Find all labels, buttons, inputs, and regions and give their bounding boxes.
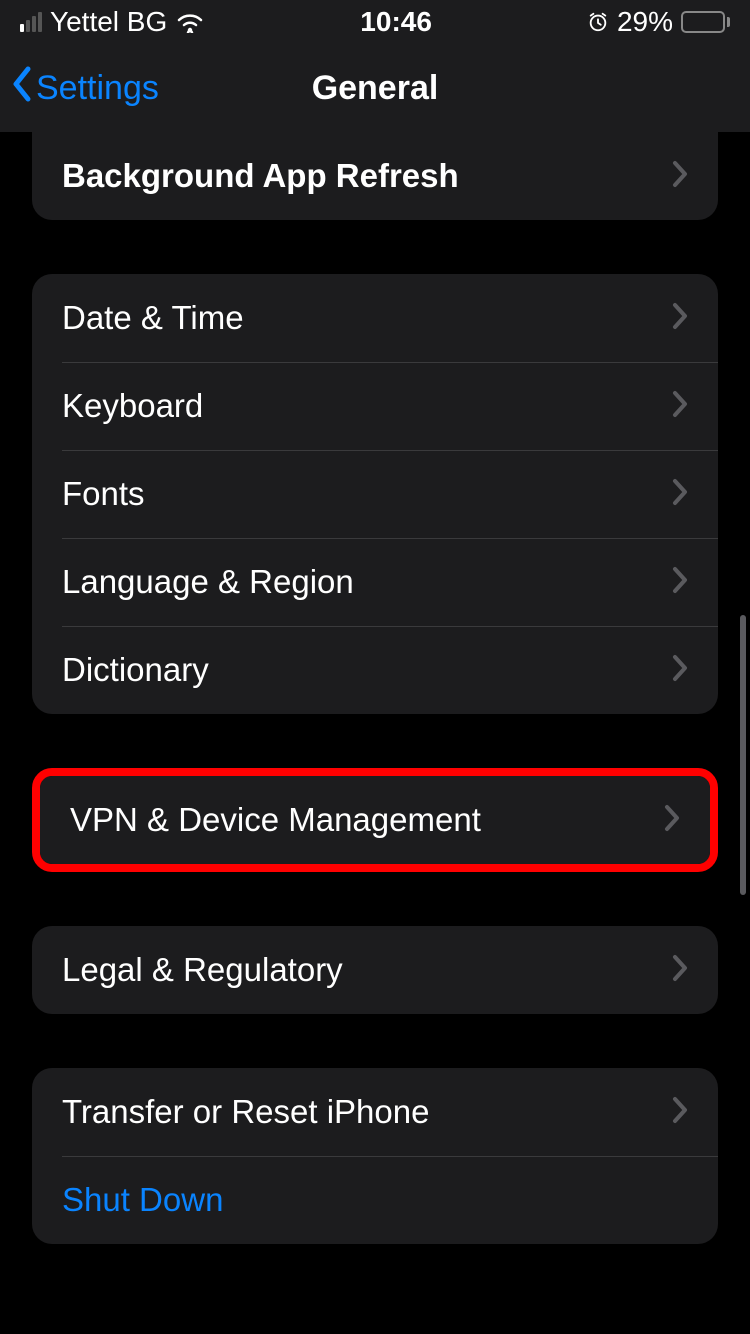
status-bar: Yettel BG 10:46 29% xyxy=(0,0,750,44)
row-vpn-device-management[interactable]: VPN & Device Management xyxy=(40,776,710,864)
wifi-icon xyxy=(175,11,205,33)
row-label: Shut Down xyxy=(62,1181,223,1219)
row-label: Background App Refresh xyxy=(62,157,459,195)
chevron-right-icon xyxy=(672,390,688,423)
scroll-indicator[interactable] xyxy=(740,615,746,895)
row-label: VPN & Device Management xyxy=(70,801,481,839)
chevron-right-icon xyxy=(672,654,688,687)
row-label: Keyboard xyxy=(62,387,203,425)
row-label: Language & Region xyxy=(62,563,354,601)
row-legal-regulatory[interactable]: Legal & Regulatory xyxy=(32,926,718,1014)
back-button[interactable]: Settings xyxy=(10,65,159,112)
chevron-right-icon xyxy=(672,566,688,599)
status-right: 29% xyxy=(587,6,730,38)
row-transfer-reset[interactable]: Transfer or Reset iPhone xyxy=(32,1068,718,1156)
row-label: Date & Time xyxy=(62,299,244,337)
row-label: Legal & Regulatory xyxy=(62,951,343,989)
battery-percent-label: 29% xyxy=(617,6,673,38)
chevron-right-icon xyxy=(672,478,688,511)
row-label: Transfer or Reset iPhone xyxy=(62,1093,429,1131)
row-shut-down[interactable]: Shut Down xyxy=(32,1156,718,1244)
row-keyboard[interactable]: Keyboard xyxy=(32,362,718,450)
battery-icon xyxy=(681,11,730,33)
chevron-right-icon xyxy=(672,954,688,987)
highlight-annotation: VPN & Device Management xyxy=(32,768,718,872)
status-left: Yettel BG xyxy=(20,6,205,38)
cellular-signal-icon xyxy=(20,12,42,32)
navigation-bar: Settings General xyxy=(0,44,750,132)
section-legal: Legal & Regulatory xyxy=(32,926,718,1014)
chevron-right-icon xyxy=(672,1096,688,1129)
status-time: 10:46 xyxy=(360,6,432,38)
section-vpn: VPN & Device Management xyxy=(40,776,710,864)
section-partial-top: Background App Refresh xyxy=(32,132,718,220)
row-dictionary[interactable]: Dictionary xyxy=(32,626,718,714)
row-label: Dictionary xyxy=(62,651,209,689)
row-date-time[interactable]: Date & Time xyxy=(32,274,718,362)
content: Background App Refresh Date & Time Keybo… xyxy=(0,132,750,1244)
row-background-app-refresh[interactable]: Background App Refresh xyxy=(32,132,718,220)
chevron-right-icon xyxy=(672,302,688,335)
row-language-region[interactable]: Language & Region xyxy=(32,538,718,626)
carrier-label: Yettel BG xyxy=(50,6,167,38)
alarm-icon xyxy=(587,11,609,33)
section-general-options: Date & Time Keyboard Fonts Language & Re… xyxy=(32,274,718,714)
chevron-right-icon xyxy=(664,804,680,837)
back-label: Settings xyxy=(36,69,159,108)
section-reset: Transfer or Reset iPhone Shut Down xyxy=(32,1068,718,1244)
chevron-right-icon xyxy=(672,160,688,193)
row-label: Fonts xyxy=(62,475,145,513)
row-fonts[interactable]: Fonts xyxy=(32,450,718,538)
chevron-left-icon xyxy=(10,65,34,112)
